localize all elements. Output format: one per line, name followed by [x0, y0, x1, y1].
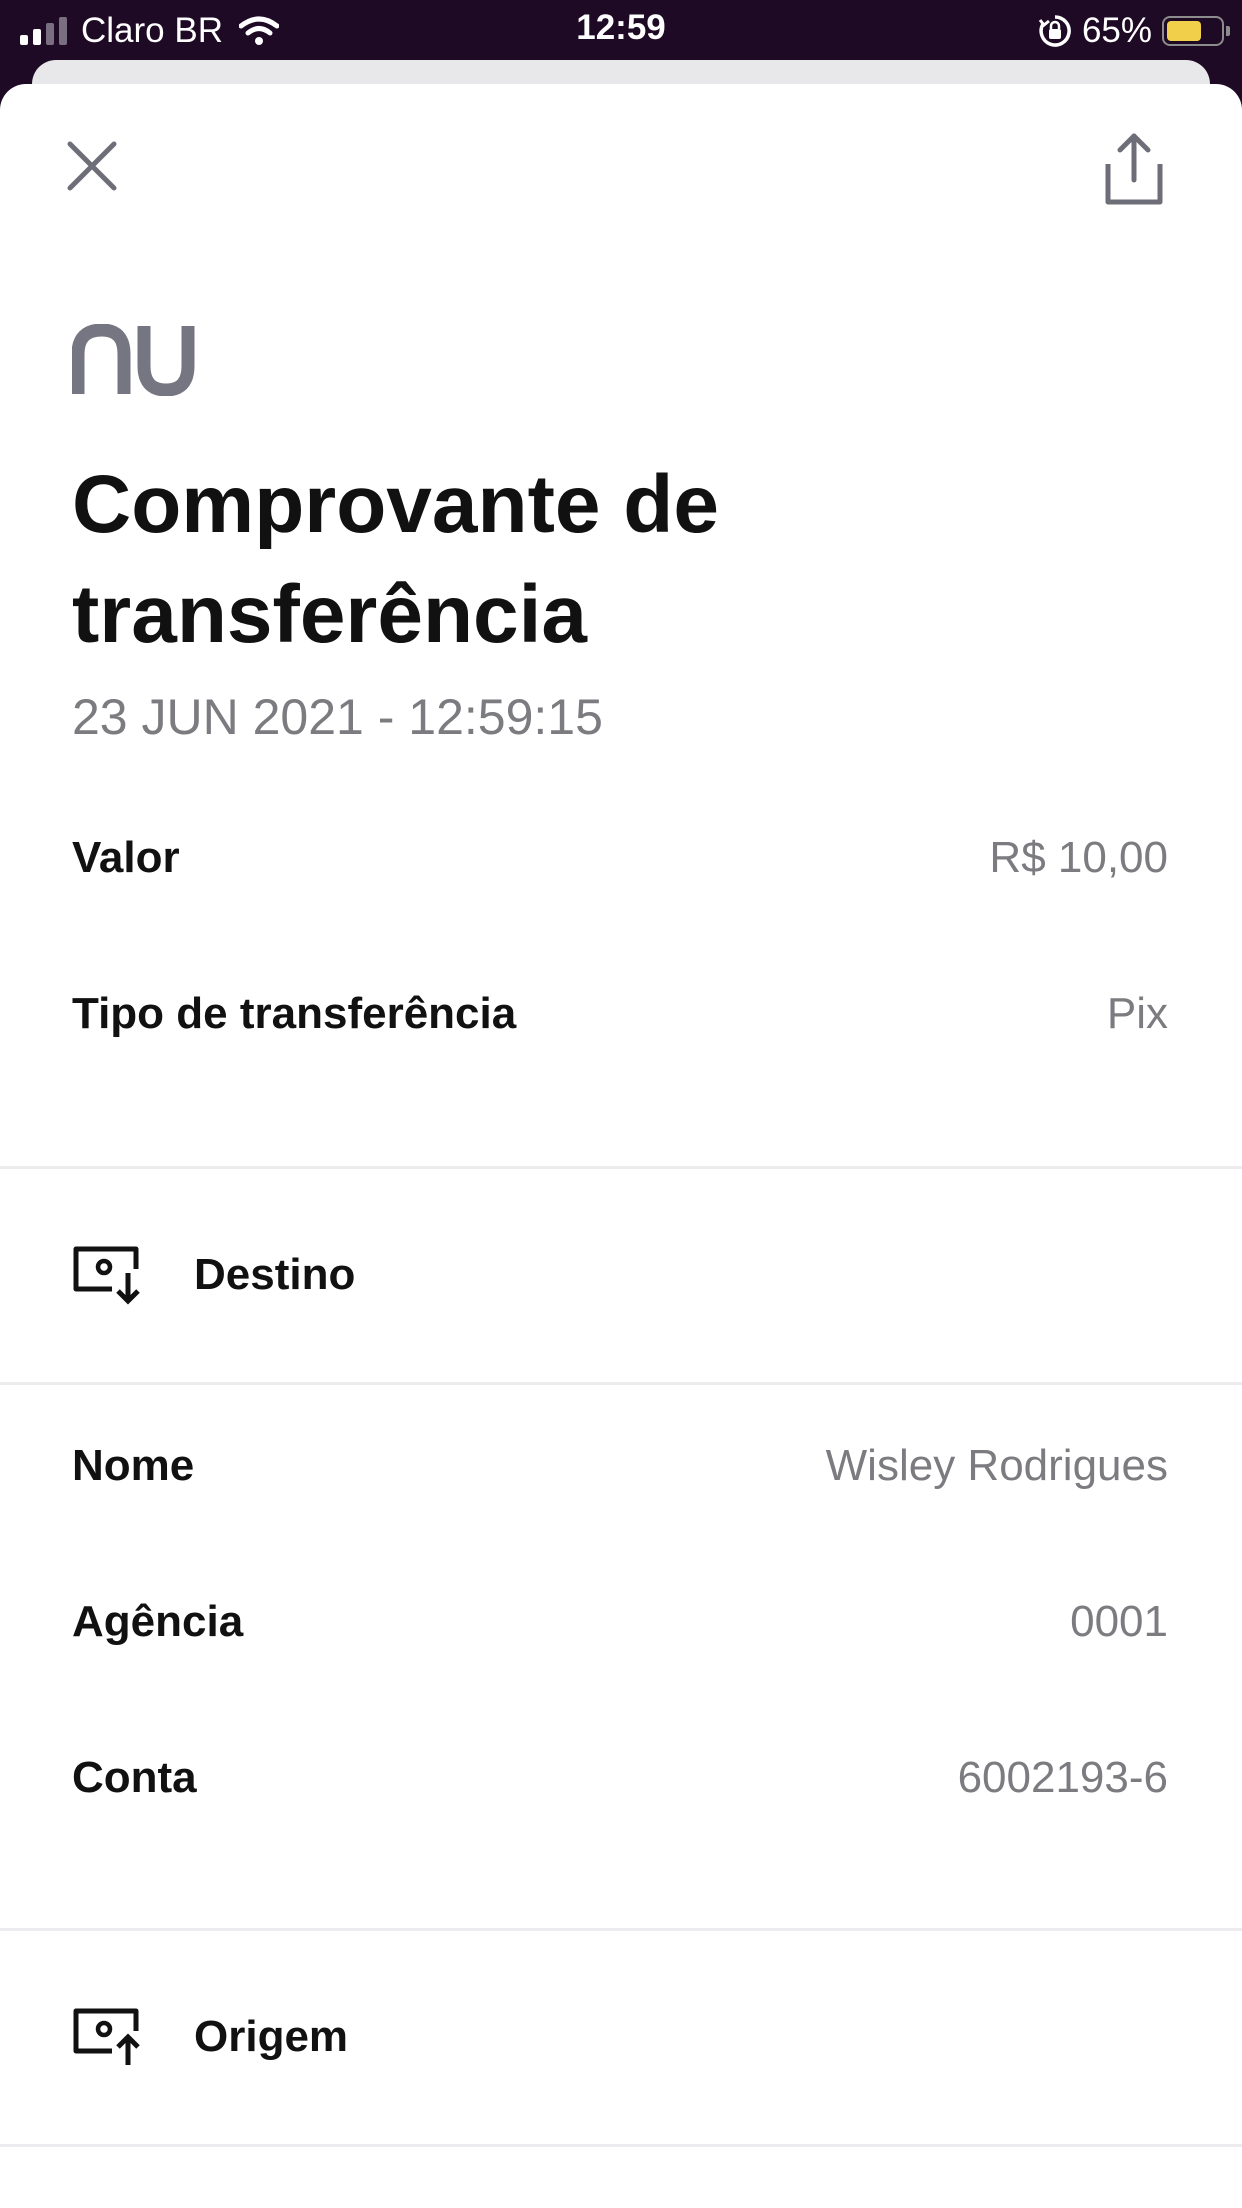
recipient-branch-label: Agência [72, 1597, 244, 1646]
nubank-logo [72, 324, 195, 396]
status-bar: Claro BR 12:59 65% [0, 0, 1242, 62]
recipient-branch-value: 0001 [1070, 1597, 1168, 1646]
transfer-type-label: Tipo de transferência [72, 989, 517, 1038]
amount-value: R$ 10,00 [989, 833, 1168, 882]
page-title: Comprovante de transferência [72, 459, 719, 660]
destination-section-header: Destino [72, 1240, 355, 1310]
origin-heading: Origem [194, 2012, 349, 2061]
money-in-icon [73, 1246, 140, 1305]
receipt-sheet: Comprovante de transferência 23 JUN 2021… [0, 84, 1242, 2208]
close-icon[interactable] [66, 140, 118, 192]
battery-percent: 65% [1081, 11, 1152, 50]
amount-row: Valor R$ 10,00 [72, 828, 1168, 888]
recipient-account-row: Conta 6002193-6 [72, 1748, 1168, 1808]
transfer-datetime: 23 JUN 2021 - 12:59:15 [72, 689, 603, 745]
divider [0, 1382, 1242, 1385]
divider [0, 1928, 1242, 1931]
recipient-account-label: Conta [72, 1753, 197, 1802]
rotation-lock-icon [1038, 15, 1071, 47]
battery-icon [1162, 16, 1230, 46]
money-out-icon [73, 2008, 140, 2065]
recipient-name-row: Nome Wisley Rodrigues [72, 1436, 1168, 1496]
recipient-account-value: 6002193-6 [957, 1753, 1168, 1802]
battery-level [1167, 21, 1201, 41]
transfer-type-row: Tipo de transferência Pix [72, 984, 1168, 1044]
transfer-type-value: Pix [1106, 989, 1168, 1038]
recipient-name-value: Wisley Rodrigues [825, 1441, 1168, 1490]
origin-section-header: Origem [72, 2002, 348, 2072]
amount-label: Valor [72, 833, 180, 882]
recipient-branch-row: Agência 0001 [72, 1592, 1168, 1652]
status-right: 65% [1038, 8, 1230, 54]
share-icon[interactable] [1094, 130, 1174, 210]
recipient-name-label: Nome [72, 1441, 195, 1490]
divider [0, 1166, 1242, 1169]
destination-heading: Destino [194, 1250, 356, 1299]
divider [0, 2144, 1242, 2147]
